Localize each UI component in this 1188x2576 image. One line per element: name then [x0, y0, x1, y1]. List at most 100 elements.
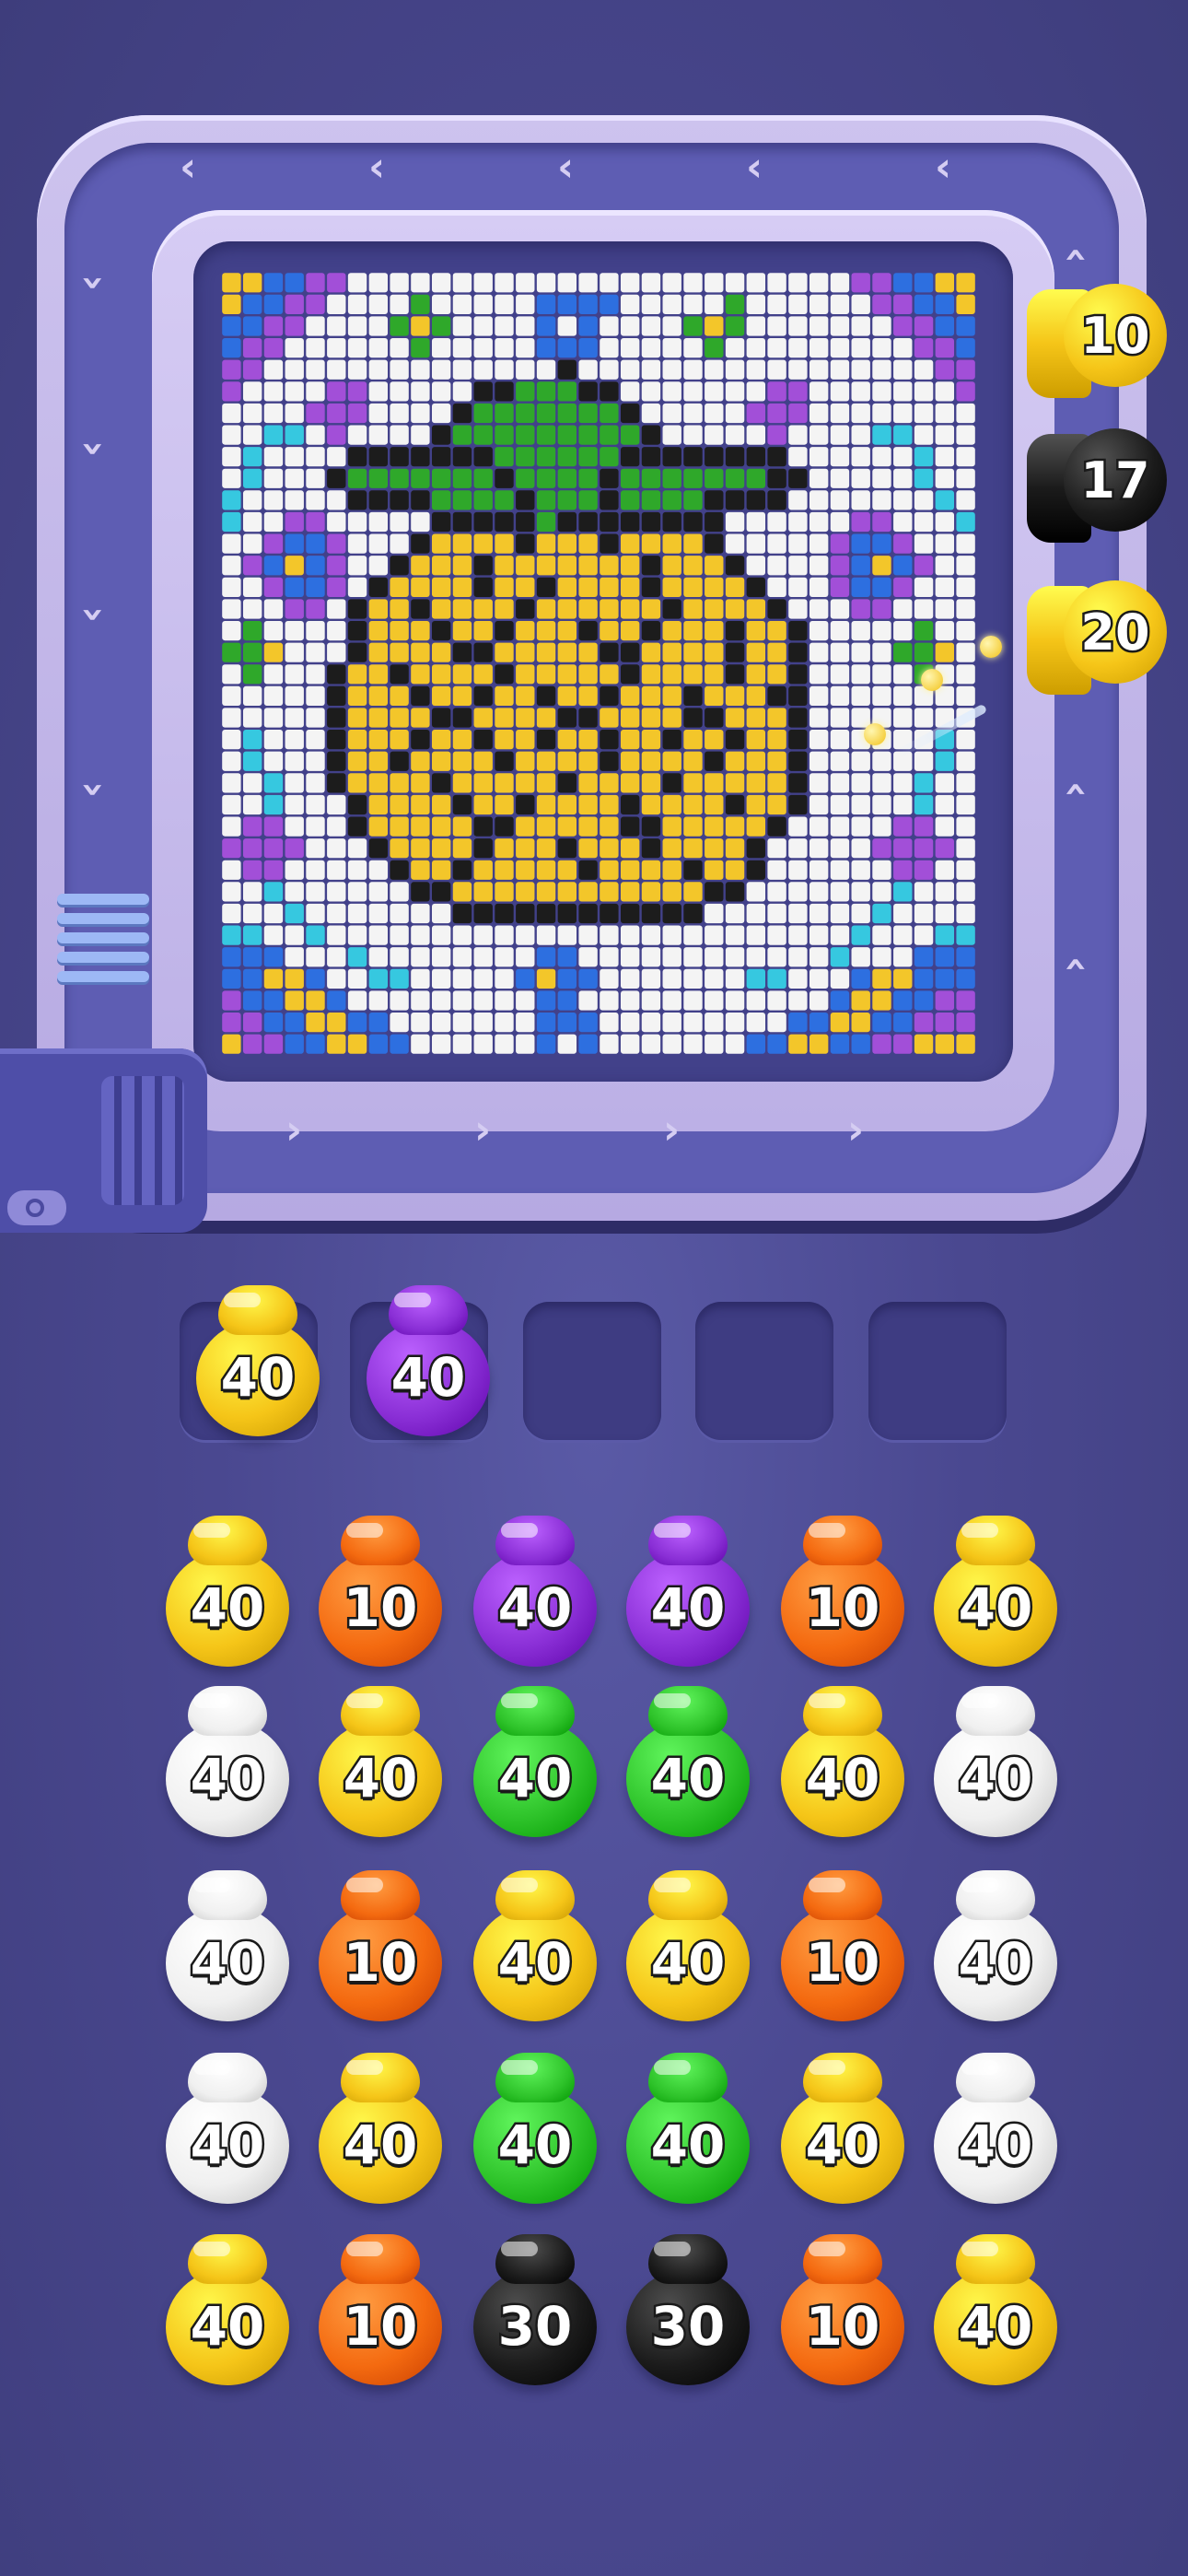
ammo-pot[interactable]: 40: [926, 1686, 1065, 1843]
pixel-cell: [788, 490, 808, 510]
pixel-cell: [473, 533, 493, 554]
pixel-cell: [600, 556, 619, 576]
pixel-cell: [411, 381, 430, 402]
pixel-cell: [368, 381, 389, 402]
ammo-pot[interactable]: 40: [926, 1870, 1065, 2027]
ammo-pot[interactable]: 40: [926, 2053, 1065, 2209]
pixel-cell: [809, 816, 829, 837]
queued-pot[interactable]: 40: [189, 1285, 327, 1442]
pixel-cell: [620, 751, 640, 771]
ammo-pot[interactable]: 40: [311, 1686, 449, 1843]
ammo-pot[interactable]: 40: [158, 2053, 297, 2209]
pixel-cell: [767, 620, 786, 641]
ammo-pot[interactable]: 40: [619, 1686, 757, 1843]
pixel-cell: [620, 642, 640, 662]
ammo-pot[interactable]: 30: [619, 2234, 757, 2391]
pixel-cell: [347, 685, 367, 707]
ammo-pot[interactable]: 40: [158, 1516, 297, 1672]
pixel-cell: [411, 338, 430, 358]
pixel-cell: [431, 751, 451, 771]
pixel-cell: [242, 316, 262, 336]
pixel-cell: [767, 273, 786, 293]
ammo-pot[interactable]: 40: [619, 1516, 757, 1672]
pixel-cell: [788, 294, 808, 315]
pixel-cell: [705, 511, 724, 533]
machine-ribs: [101, 1076, 184, 1205]
side-shooter[interactable]: 17: [1027, 428, 1167, 548]
pixel-cell: [705, 708, 724, 728]
queue-slot[interactable]: [695, 1302, 833, 1440]
ammo-pot[interactable]: 40: [926, 2234, 1065, 2391]
ammo-pot[interactable]: 40: [158, 1870, 297, 2027]
pixel-cell: [411, 599, 430, 619]
ammo-pot[interactable]: 10: [774, 1516, 912, 1672]
pixel-cell: [285, 990, 304, 1011]
ammo-pot[interactable]: 40: [774, 1686, 912, 1843]
ammo-pot[interactable]: 30: [466, 2234, 604, 2391]
pixel-cell: [914, 403, 934, 424]
ammo-pot[interactable]: 10: [311, 2234, 449, 2391]
pixel-cell: [600, 816, 619, 837]
pixel-cell: [620, 533, 640, 554]
pixel-cell: [306, 708, 325, 728]
ammo-pot[interactable]: 40: [774, 2053, 912, 2209]
shooter-ammo-count: 10: [1078, 305, 1152, 368]
ammo-pot[interactable]: 40: [466, 2053, 604, 2209]
pot-shine: [961, 2060, 998, 2075]
ammo-pot[interactable]: 40: [311, 2053, 449, 2209]
pixel-cell: [368, 838, 389, 859]
ammo-pot[interactable]: 40: [158, 2234, 297, 2391]
ammo-pot[interactable]: 10: [311, 1516, 449, 1672]
pixel-cell: [495, 338, 514, 358]
ammo-pot[interactable]: 40: [466, 1516, 604, 1672]
pixel-cell: [746, 990, 766, 1011]
pixel-cell: [263, 925, 284, 945]
ammo-pot[interactable]: 40: [926, 1516, 1065, 1672]
pixel-cell: [327, 968, 346, 989]
pixel-cell: [411, 860, 430, 880]
ammo-pot[interactable]: 40: [466, 1686, 604, 1843]
pixel-cell: [327, 708, 346, 728]
pixel-cell: [242, 968, 262, 989]
pot-count: 40: [956, 1575, 1035, 1642]
pixel-cell: [578, 685, 598, 707]
side-shooter[interactable]: 20: [1027, 580, 1167, 700]
pixel-cell: [872, 577, 891, 597]
side-shooter[interactable]: 10: [1027, 284, 1167, 404]
ammo-pot[interactable]: 40: [619, 1870, 757, 2027]
pixel-cell: [725, 860, 745, 880]
pixel-cell: [830, 838, 850, 859]
pixel-cell: [306, 1034, 325, 1054]
pixel-cell: [347, 730, 367, 750]
pixel-cell: [368, 294, 389, 315]
ammo-pot[interactable]: 40: [619, 2053, 757, 2209]
pixel-cell: [872, 838, 891, 859]
pixel-cell: [914, 773, 934, 793]
queue-slot[interactable]: [523, 1302, 661, 1440]
pixel-cell: [705, 773, 724, 793]
queue-slot[interactable]: [868, 1302, 1007, 1440]
pixel-cell: [872, 685, 891, 707]
ammo-pot[interactable]: 10: [774, 2234, 912, 2391]
pixel-cell: [746, 1012, 766, 1033]
pixel-cell: [222, 577, 241, 597]
ammo-pot[interactable]: 10: [774, 1870, 912, 2027]
pixel-cell: [431, 968, 451, 989]
pixel-cell: [431, 816, 451, 837]
ammo-pot[interactable]: 40: [158, 1686, 297, 1843]
pixel-cell: [411, 577, 430, 597]
pot-count: 40: [803, 2112, 882, 2179]
pixel-cell: [222, 664, 241, 685]
pixel-cell: [641, 751, 661, 771]
queued-pot[interactable]: 40: [359, 1285, 497, 1442]
pixel-cell: [578, 511, 598, 533]
pot-shine: [224, 1293, 261, 1307]
pixel-cell: [705, 925, 724, 945]
pixel-cell: [242, 773, 262, 793]
pixel-cell: [683, 599, 703, 619]
ammo-pot[interactable]: 10: [311, 1870, 449, 2027]
ammo-pot[interactable]: 40: [466, 1870, 604, 2027]
pixel-cell: [809, 468, 829, 488]
pixel-cell: [662, 511, 681, 533]
pixel-cell: [368, 490, 389, 510]
